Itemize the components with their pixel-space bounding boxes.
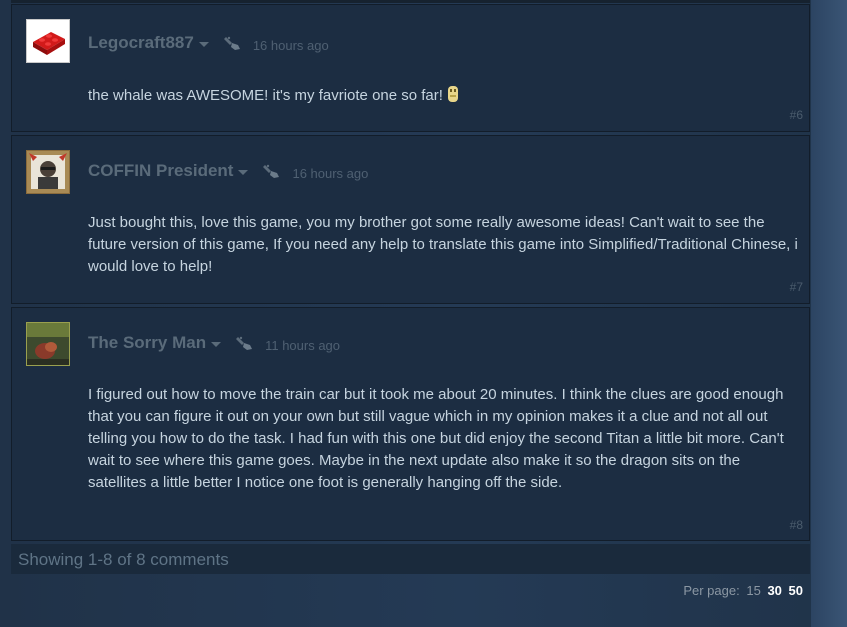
per-page-label: Per page: <box>683 583 740 598</box>
previous-comment-edge <box>11 0 810 3</box>
comment-number: #6 <box>789 108 803 122</box>
timestamp: 16 hours ago <box>292 165 369 181</box>
comment-header: Legocraft887 16 hours ago <box>88 31 329 55</box>
avatar[interactable] <box>26 150 70 194</box>
comment-text: Just bought this, love this game, you my… <box>88 214 798 275</box>
comments-footer: Showing 1-8 of 8 comments <box>11 544 810 574</box>
award-icon[interactable] <box>223 34 243 52</box>
comments-page: Legocraft887 16 hours ago the whale was … <box>0 0 847 627</box>
timestamp: 11 hours ago <box>265 337 341 353</box>
yellow-emoticon-icon <box>447 86 458 102</box>
page-background-rail <box>811 0 847 627</box>
comment-number: #7 <box>789 280 803 294</box>
avatar[interactable] <box>26 322 70 366</box>
comment-text: the whale was AWESOME! it's my favriote … <box>88 84 799 107</box>
comment-header: The Sorry Man 11 hours ago <box>88 331 340 355</box>
framed-portrait-icon <box>27 151 69 193</box>
per-page-option-30[interactable]: 30 <box>767 583 781 598</box>
per-page-option-50[interactable]: 50 <box>789 583 803 598</box>
chevron-down-icon[interactable] <box>211 342 222 347</box>
author-name[interactable]: Legocraft887 <box>88 33 194 53</box>
chevron-down-icon[interactable] <box>238 170 249 175</box>
award-icon[interactable] <box>235 334 255 352</box>
red-lego-brick-icon <box>27 20 69 62</box>
comment-text: I figured out how to move the train car … <box>88 386 784 491</box>
author-name[interactable]: The Sorry Man <box>88 333 206 353</box>
comment-body: the whale was AWESOME! it's my favriote … <box>88 87 443 104</box>
avatar[interactable] <box>26 19 70 63</box>
comment: COFFIN President 16 hours ago Just bough… <box>11 135 810 304</box>
timestamp: 16 hours ago <box>252 37 329 53</box>
comment: The Sorry Man 11 hours ago I figured out… <box>11 307 810 541</box>
comment-number: #8 <box>789 518 803 532</box>
comments-count: Showing 1-8 of 8 comments <box>18 550 229 569</box>
author-name[interactable]: COFFIN President <box>88 161 233 181</box>
per-page-option-15[interactable]: 15 <box>746 583 760 598</box>
comment-header: COFFIN President 16 hours ago <box>88 159 368 183</box>
chevron-down-icon[interactable] <box>198 42 209 47</box>
blurry-photo-icon <box>27 323 69 365</box>
per-page-selector: Per page: 15 30 50 <box>683 583 803 598</box>
award-icon[interactable] <box>262 162 282 180</box>
comment: Legocraft887 16 hours ago the whale was … <box>11 4 810 132</box>
